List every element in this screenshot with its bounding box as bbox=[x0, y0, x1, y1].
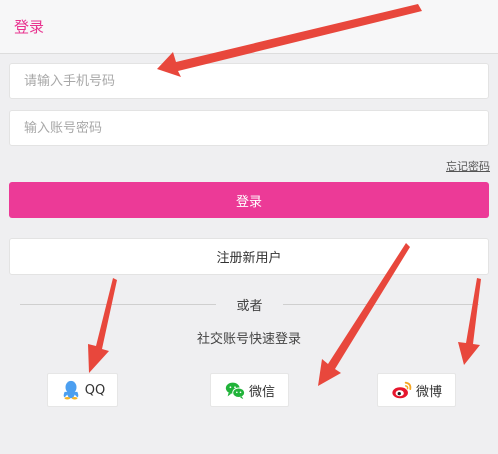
weibo-login-button[interactable]: 微博 bbox=[377, 373, 456, 407]
wechat-login-button[interactable]: 微信 bbox=[210, 373, 289, 407]
arrow-to-weibo-button bbox=[458, 278, 481, 365]
forgot-password-link[interactable]: 忘记密码 bbox=[446, 158, 490, 174]
weibo-icon bbox=[392, 381, 412, 399]
page-title: 登录 bbox=[14, 18, 45, 36]
qq-penguin-icon bbox=[63, 380, 79, 400]
phone-input[interactable] bbox=[9, 63, 489, 99]
divider-text: 或者 bbox=[236, 299, 263, 314]
header-bar: 登录 bbox=[0, 0, 498, 54]
divider-line-left bbox=[20, 304, 216, 305]
wechat-login-label: 微信 bbox=[248, 384, 275, 400]
social-login-title: 社交账号快速登录 bbox=[196, 332, 301, 347]
arrow-to-qq-button bbox=[88, 278, 117, 373]
login-button[interactable]: 登录 bbox=[9, 182, 489, 218]
weibo-login-label: 微博 bbox=[415, 384, 442, 400]
register-button[interactable]: 注册新用户 bbox=[9, 238, 489, 275]
wechat-icon bbox=[225, 382, 246, 400]
divider-line-right bbox=[283, 304, 479, 305]
qq-login-label: QQ bbox=[84, 382, 106, 398]
qq-login-button[interactable]: QQ bbox=[47, 373, 118, 407]
password-input[interactable] bbox=[9, 110, 489, 146]
